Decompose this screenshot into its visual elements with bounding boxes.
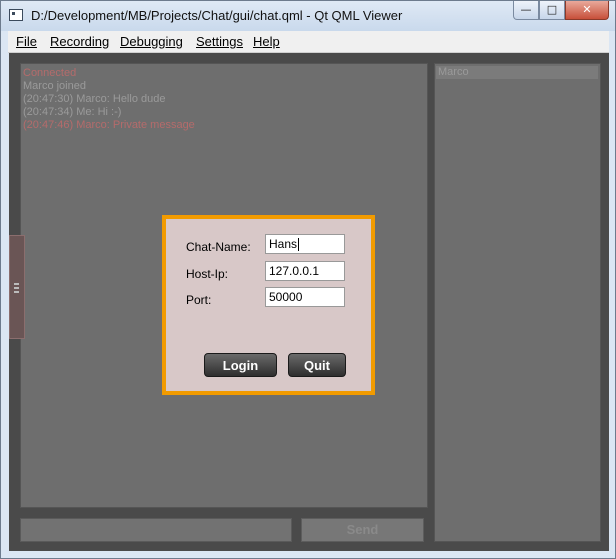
- menu-recording-label: Recording: [50, 34, 110, 49]
- user-list-item[interactable]: Marco: [436, 66, 598, 79]
- close-button[interactable]: ✕: [565, 1, 609, 20]
- maximize-button[interactable]: □: [539, 1, 565, 20]
- grip-dot: [14, 291, 19, 293]
- user-list: Marco: [434, 63, 601, 542]
- message-input[interactable]: [20, 518, 292, 542]
- login-dialog: Chat-Name: Hans Host-Ip: 127.0.0.1 Port:…: [162, 215, 375, 395]
- menu-debugging[interactable]: Debugging: [120, 34, 183, 49]
- port-value: 50000: [269, 290, 303, 304]
- port-input[interactable]: 50000: [265, 287, 345, 307]
- chat-message: Marco joined: [23, 80, 86, 92]
- login-button[interactable]: Login: [204, 353, 277, 377]
- maximize-icon: □: [546, 3, 558, 16]
- send-button[interactable]: Send: [301, 518, 424, 542]
- chat-message: (20:47:30) Marco: Hello dude: [23, 93, 166, 105]
- grip-dot: [14, 287, 19, 289]
- menu-file[interactable]: File: [16, 34, 37, 49]
- qml-viewport: Connected Marco joined (20:47:30) Marco:…: [9, 53, 609, 551]
- chat-name-value: Hans: [269, 237, 298, 251]
- chat-message: (20:47:46) Marco: Private message: [23, 119, 195, 131]
- menu-bar: File Recording Debugging Settings Help: [8, 31, 609, 53]
- host-ip-label: Host-Ip:: [186, 267, 229, 281]
- chat-message: (20:47:34) Me: Hi :-): [23, 106, 122, 118]
- menu-help[interactable]: Help: [253, 34, 280, 49]
- menu-settings[interactable]: Settings: [196, 34, 243, 49]
- menu-recording[interactable]: Recording: [50, 34, 109, 49]
- chat-name-label: Chat-Name:: [186, 240, 251, 254]
- window-controls: — □ ✕: [513, 1, 609, 20]
- minimize-icon: —: [520, 3, 532, 16]
- quit-button[interactable]: Quit: [288, 353, 346, 377]
- window-title: D:/Development/MB/Projects/Chat/gui/chat…: [31, 8, 403, 23]
- menu-settings-label: Settings: [196, 34, 243, 49]
- drawer-handle[interactable]: [9, 235, 25, 339]
- title-bar[interactable]: D:/Development/MB/Projects/Chat/gui/chat…: [1, 1, 615, 31]
- menu-help-label: Help: [253, 34, 280, 49]
- menu-file-label: File: [16, 34, 37, 49]
- grip-dot: [14, 283, 19, 285]
- host-ip-input[interactable]: 127.0.0.1: [265, 261, 345, 281]
- close-icon: ✕: [582, 3, 592, 16]
- app-icon[interactable]: [9, 9, 23, 21]
- port-label: Port:: [186, 293, 212, 307]
- chat-name-input[interactable]: Hans: [265, 234, 345, 254]
- minimize-button[interactable]: —: [513, 1, 539, 20]
- app-window: D:/Development/MB/Projects/Chat/gui/chat…: [0, 0, 616, 559]
- chat-message: Connected: [23, 67, 77, 79]
- host-ip-value: 127.0.0.1: [269, 264, 320, 278]
- menu-debugging-label: Debugging: [120, 34, 183, 49]
